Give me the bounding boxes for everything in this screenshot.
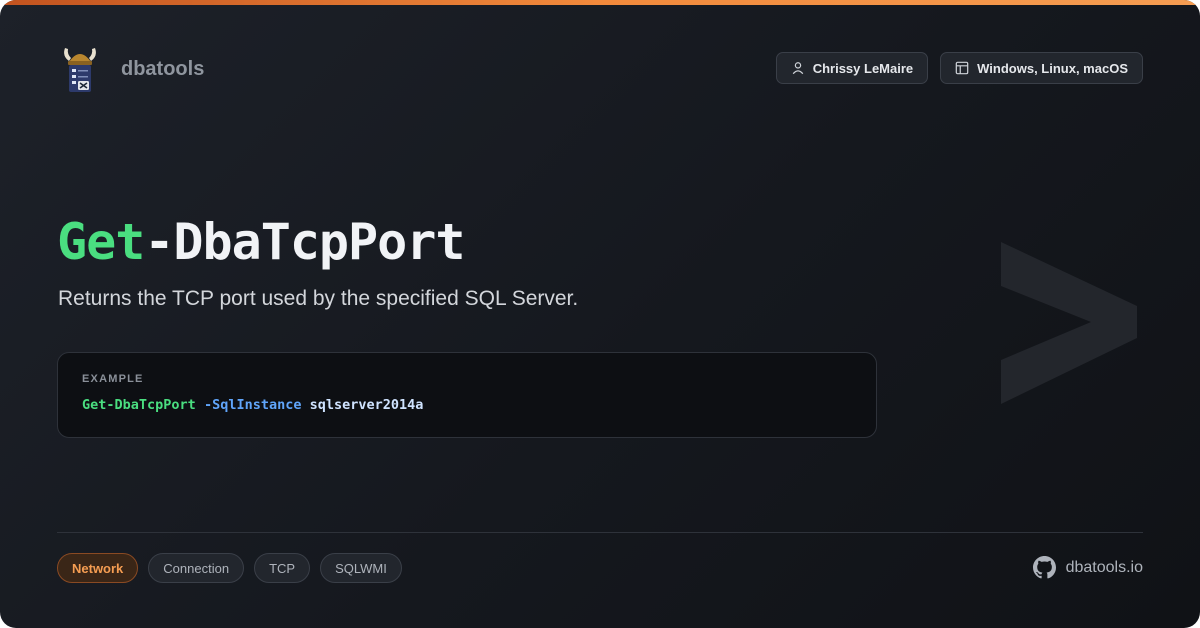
command-description: Returns the TCP port used by the specifi… [58, 287, 579, 310]
github-icon [1032, 556, 1056, 579]
brand-name: dbatools [121, 57, 205, 80]
tag-connection[interactable]: Connection [148, 553, 245, 583]
example-label: EXAMPLE [82, 373, 144, 385]
example-box: EXAMPLE Get-DbaTcpPort -SqlInstance sqls… [57, 352, 877, 438]
tag-list: Network Connection TCP SQLWMI [57, 553, 402, 583]
example-code[interactable]: Get-DbaTcpPort -SqlInstance sqlserver201… [82, 397, 852, 413]
author-pill[interactable]: Chrissy LeMaire [775, 52, 929, 84]
author-label: Chrissy LeMaire [812, 60, 914, 76]
accent-bar [0, 0, 1200, 5]
platforms-label: Windows, Linux, macOS [977, 60, 1128, 76]
prompt-chevron-icon [1001, 242, 1137, 404]
command-verb: Get [57, 213, 145, 271]
window-icon [955, 61, 969, 75]
user-icon [792, 62, 803, 75]
site-label: dbatools.io [1065, 558, 1143, 576]
tag-network[interactable]: Network [57, 553, 139, 583]
tag-tcp[interactable]: TCP [254, 553, 311, 583]
example-value: sqlserver2014a [309, 397, 424, 413]
viking-server-logo-icon [64, 48, 96, 92]
command-title: Get-DbaTcpPort [57, 212, 465, 272]
site-link[interactable]: dbatools.io [1032, 556, 1143, 579]
platforms-pill[interactable]: Windows, Linux, macOS [940, 52, 1143, 84]
example-parameter: -SqlInstance [203, 397, 302, 413]
header-pills: Chrissy LeMaire Windows, Linux, macOS [775, 52, 1143, 84]
example-command: Get-DbaTcpPort [82, 397, 196, 413]
command-noun: -DbaTcpPort [144, 213, 465, 271]
divider [57, 532, 1143, 533]
brand[interactable]: dbatools [60, 44, 204, 94]
social-card: dbatools Chrissy LeMaire Windows, Linux,… [0, 0, 1200, 628]
tag-sqlwmi[interactable]: SQLWMI [320, 553, 402, 583]
